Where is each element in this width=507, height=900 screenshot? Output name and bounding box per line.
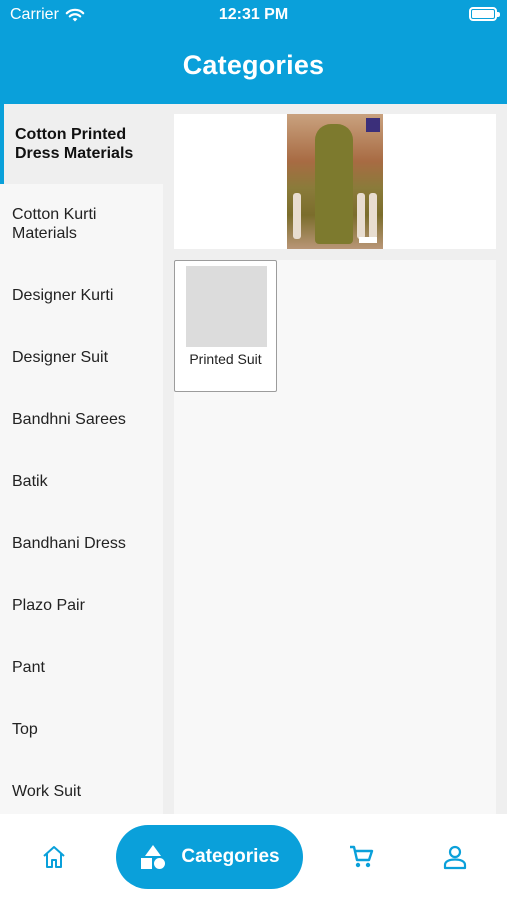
subcategory-thumbnail [186,266,267,347]
shapes-icon [141,845,166,869]
app-header: Carrier 12:31 PM Categories [0,0,507,104]
sidebar-item-label: Designer Kurti [12,286,114,304]
sidebar-item-pant[interactable]: Pant [0,636,163,698]
battery-icon [469,7,500,21]
bottom-nav: Categories [0,814,507,900]
sidebar-item-bandhni-sarees[interactable]: Bandhni Sarees [0,388,163,450]
sidebar-item-designer-suit[interactable]: Designer Suit [0,326,163,388]
nav-categories-button[interactable]: Categories [116,825,303,889]
category-content: Printed Suit [163,104,507,814]
sidebar-item-label: Top [12,720,38,738]
person-icon [443,845,467,870]
sidebar-item-label: Pant [12,658,45,676]
subcategory-card[interactable]: Printed Suit [174,260,277,392]
home-icon [43,846,65,868]
sidebar-item-label: Designer Suit [12,348,109,366]
sidebar-item-label: Work Suit [12,782,82,800]
category-sidebar: Cotton Printed Dress Materials Cotton Ku… [0,104,163,814]
sidebar-item-top[interactable]: Top [0,698,163,760]
sidebar-item-label: Plazo Pair [12,596,85,614]
subcategory-label: Printed Suit [189,351,262,367]
sidebar-item-cotton-kurti-materials[interactable]: Cotton Kurti Materials [0,184,163,264]
cart-icon [350,845,374,868]
subcategory-grid: Printed Suit [174,260,496,814]
status-bar: Carrier 12:31 PM [0,0,507,32]
nav-cart-button[interactable] [346,842,376,872]
sidebar-item-cotton-printed-dress-materials[interactable]: Cotton Printed Dress Materials [0,104,163,184]
page-title: Categories [182,50,325,80]
sidebar-item-batik[interactable]: Batik [0,450,163,512]
sidebar-item-bandhani-dress[interactable]: Bandhani Dress [0,512,163,574]
sidebar-item-label: Bandhani Dress [12,534,126,552]
sidebar-item-label: Bandhni Sarees [12,410,126,428]
sidebar-item-label: Batik [12,472,48,490]
nav-account-button[interactable] [440,842,470,872]
category-banner[interactable] [174,114,496,249]
sidebar-item-work-suit[interactable]: Work Suit [0,760,163,814]
nav-categories-label: Categories [181,846,280,867]
banner-image [287,114,383,249]
sidebar-item-label: Cotton Printed Dress Materials [15,126,134,162]
nav-home-button[interactable] [39,842,69,872]
clock: 12:31 PM [218,6,289,23]
sidebar-item-label: Cotton Kurti Materials [12,206,97,242]
sidebar-item-plazo-pair[interactable]: Plazo Pair [0,574,163,636]
sidebar-item-designer-kurti[interactable]: Designer Kurti [0,264,163,326]
